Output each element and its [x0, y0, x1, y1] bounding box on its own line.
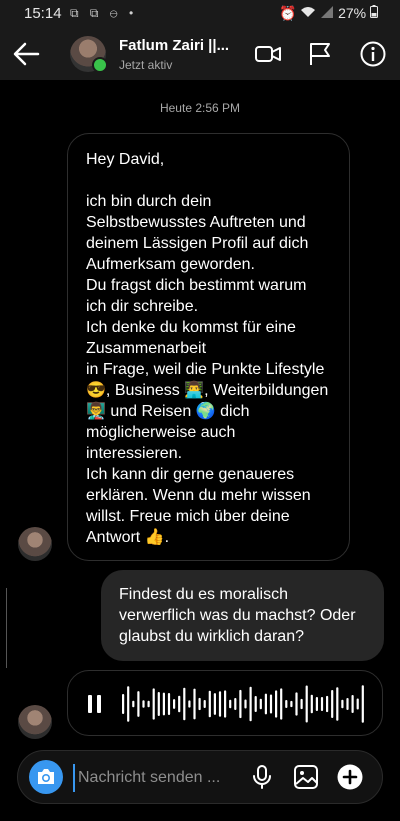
waveform-bar [336, 687, 339, 721]
waveform-bar [356, 698, 359, 710]
waveform-bar [280, 688, 283, 720]
message-input[interactable] [73, 764, 250, 792]
waveform-bar [361, 685, 364, 723]
microphone-icon [253, 765, 271, 789]
waveform-bar [147, 700, 150, 708]
contact-name[interactable]: Fatlum Zairi ||... [119, 37, 229, 54]
waveform-bar [269, 694, 273, 714]
waveform-bar [234, 698, 237, 710]
waveform-bar [326, 695, 329, 713]
waveform-bar [122, 694, 125, 714]
waveform-bar [198, 697, 201, 711]
camera-icon [38, 769, 54, 784]
contact-status: Jetzt aktiv [119, 58, 173, 72]
back-arrow-icon [13, 42, 40, 66]
info-icon [360, 41, 386, 67]
waveform-bar [244, 699, 247, 709]
waveform-bar [295, 692, 298, 716]
sender-avatar[interactable] [18, 527, 52, 561]
waveform-bar [351, 695, 354, 713]
waveform-bar [218, 691, 222, 717]
message-timestamp: Heute 2:56 PM [159, 101, 241, 115]
more-options-button[interactable] [336, 763, 364, 791]
audio-waveform [122, 685, 364, 723]
flag-icon [310, 43, 330, 65]
waveform-bar [305, 685, 308, 723]
waveform-bar [188, 700, 191, 708]
online-indicator [92, 57, 108, 73]
waveform-bar [162, 692, 165, 716]
waveform-bar [259, 698, 262, 710]
waveform-bar [341, 699, 344, 709]
waveform-bar [290, 700, 293, 708]
info-button[interactable] [359, 40, 387, 68]
notification-icons: ⧉ ⧉ ⊖ • [70, 6, 138, 20]
waveform-bar [152, 688, 155, 720]
gallery-icon [294, 765, 318, 789]
voice-record-button[interactable] [248, 763, 276, 791]
waveform-bar [300, 698, 303, 710]
scroll-edge-indicator [0, 588, 7, 668]
back-button[interactable] [10, 38, 46, 70]
pause-icon[interactable] [88, 695, 102, 713]
waveform-bar [315, 697, 318, 711]
waveform-bar [208, 690, 211, 718]
waveform-bar [137, 691, 140, 717]
profile-avatar[interactable] [70, 36, 108, 73]
waveform-bar [264, 693, 267, 715]
waveform-bar [157, 692, 160, 716]
battery-percent: 27% [338, 5, 367, 21]
signal-icon [320, 5, 338, 21]
camera-button[interactable] [29, 760, 63, 794]
waveform-bar [254, 695, 257, 713]
waveform-bar [285, 700, 288, 708]
voice-message[interactable] [67, 670, 383, 736]
report-button[interactable] [306, 40, 334, 68]
waveform-bar [173, 699, 176, 709]
waveform-bar [167, 692, 171, 716]
plus-icon [337, 764, 363, 790]
waveform-bar [213, 693, 216, 715]
waveform-bar [320, 696, 324, 712]
chat-header: Fatlum Zairi ||... Jetzt aktiv [0, 28, 400, 80]
waveform-bar [142, 700, 145, 708]
waveform-bar [229, 699, 232, 709]
incoming-message-bubble[interactable]: Hey David, ich bin durch dein Selbstbewu… [67, 133, 350, 561]
sender-avatar[interactable] [18, 705, 52, 739]
video-call-button[interactable] [254, 40, 282, 68]
waveform-bar [249, 686, 252, 722]
status-right-group: ⏰ 27% [279, 5, 378, 22]
message-composer [17, 750, 383, 804]
status-time: 15:14 [24, 5, 62, 22]
status-bar: 15:14 ⧉ ⧉ ⊖ • ⏰ 27% [0, 0, 400, 28]
waveform-bar [310, 694, 313, 714]
waveform-bar [331, 690, 334, 718]
waveform-bar [193, 688, 196, 720]
waveform-bar [127, 686, 130, 722]
alarm-icon: ⏰ [278, 5, 297, 21]
waveform-bar [183, 687, 186, 721]
waveform-bar [178, 695, 181, 713]
waveform-bar [203, 699, 206, 709]
gallery-button[interactable] [292, 763, 320, 791]
waveform-bar [275, 690, 278, 718]
outgoing-message-bubble[interactable]: Findest du es moralisch verwerflich was … [101, 570, 384, 661]
waveform-bar [239, 689, 242, 719]
wifi-icon [300, 5, 320, 21]
battery-icon [370, 5, 378, 21]
video-call-icon [255, 46, 281, 62]
waveform-bar [346, 698, 349, 710]
waveform-bar [132, 700, 135, 708]
waveform-bar [224, 690, 227, 718]
